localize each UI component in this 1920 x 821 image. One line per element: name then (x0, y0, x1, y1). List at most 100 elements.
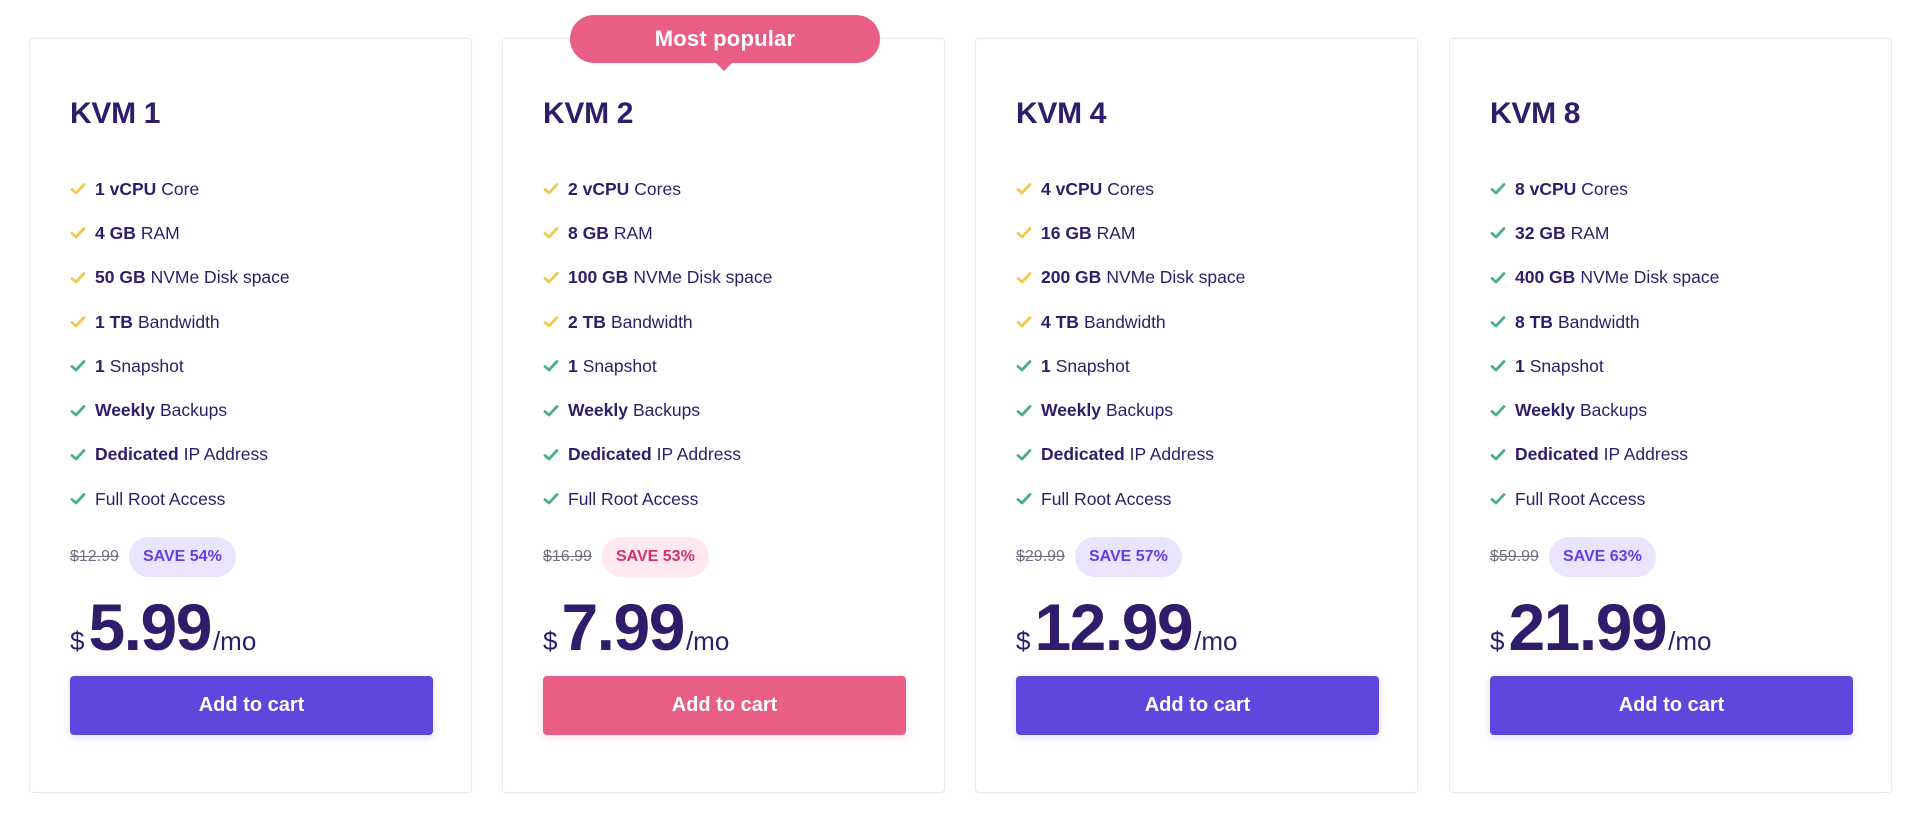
add-to-cart-button[interactable]: Add to cart (543, 676, 906, 735)
plan-price: $ 12.99 /mo (1016, 587, 1237, 667)
checkmark-icon (70, 182, 86, 196)
feature-item: Full Root Access (1490, 477, 1719, 521)
feature-item: Weekly Backups (1016, 388, 1245, 432)
feature-label: Bandwidth (137, 311, 220, 332)
checkmark-icon (543, 315, 559, 329)
feature-value: 2 TB (568, 311, 606, 332)
feature-label: NVMe Disk space (633, 267, 773, 288)
price-amount: 7.99 (561, 590, 685, 664)
checkmark-icon (1490, 315, 1506, 329)
checkmark-icon (1016, 492, 1032, 506)
most-popular-badge: Most popular (570, 15, 880, 71)
plan-title: KVM 8 (1490, 97, 1581, 130)
checkmark-icon (1016, 448, 1032, 462)
checkmark-icon (1490, 492, 1506, 506)
feature-value: Dedicated (1041, 444, 1125, 465)
feature-value: 1 vCPU (95, 178, 157, 199)
checkmark-icon (70, 315, 86, 329)
checkmark-icon (1016, 359, 1032, 373)
checkmark-icon (1490, 404, 1506, 418)
save-badge: SAVE 57% (1074, 537, 1182, 577)
feature-label: RAM (140, 222, 180, 243)
plan-price: $ 21.99 /mo (1490, 587, 1711, 667)
feature-list: 2 vCPU Cores 8 GB RAM 100 GB NVMe Disk space 2… (543, 167, 772, 521)
feature-item: Full Root Access (70, 477, 290, 521)
feature-label: Backups (633, 400, 701, 421)
feature-item: Weekly Backups (70, 388, 290, 432)
feature-value: 4 vCPU (1041, 178, 1103, 199)
feature-label: Snapshot (1529, 355, 1604, 376)
feature-label: Bandwidth (1083, 311, 1166, 332)
feature-label: Full Root Access (1041, 488, 1172, 509)
checkmark-icon (70, 271, 86, 285)
feature-value: 50 GB (95, 267, 146, 288)
feature-value: 4 TB (1041, 311, 1079, 332)
feature-list: 8 vCPU Cores 32 GB RAM 400 GB NVMe Disk space… (1490, 167, 1719, 521)
checkmark-icon (543, 404, 559, 418)
feature-label: Backups (160, 400, 228, 421)
feature-label: Cores (634, 178, 681, 199)
feature-label: Cores (1581, 178, 1628, 199)
checkmark-icon (1490, 226, 1506, 240)
feature-item: Full Root Access (1016, 477, 1245, 521)
feature-label: IP Address (183, 444, 268, 465)
feature-item: 1 Snapshot (70, 344, 290, 388)
feature-value: Weekly (568, 400, 628, 421)
feature-item: Weekly Backups (543, 388, 772, 432)
feature-item: 1 Snapshot (1490, 344, 1719, 388)
checkmark-icon (543, 182, 559, 196)
add-to-cart-button[interactable]: Add to cart (1490, 676, 1853, 735)
feature-value: 400 GB (1515, 267, 1576, 288)
save-badge: SAVE 63% (1548, 537, 1656, 577)
feature-item: 100 GB NVMe Disk space (543, 256, 772, 300)
checkmark-icon (1016, 271, 1032, 285)
feature-value: 100 GB (568, 267, 629, 288)
checkmark-icon (543, 226, 559, 240)
checkmark-icon (543, 448, 559, 462)
feature-value: Weekly (1041, 400, 1101, 421)
feature-label: Snapshot (582, 355, 657, 376)
currency-symbol: $ (1016, 626, 1031, 656)
discount-row: $16.99 SAVE 53% (543, 537, 709, 577)
feature-label: RAM (613, 222, 653, 243)
checkmark-icon (70, 448, 86, 462)
add-to-cart-button[interactable]: Add to cart (70, 676, 433, 735)
price-period: /mo (212, 626, 257, 656)
price-amount: 21.99 (1508, 590, 1667, 664)
feature-item: 1 vCPU Core (70, 167, 290, 211)
add-to-cart-button[interactable]: Add to cart (1016, 676, 1379, 735)
feature-value: 2 vCPU (568, 178, 630, 199)
plan-price: $ 5.99 /mo (70, 587, 256, 667)
checkmark-icon (1016, 182, 1032, 196)
checkmark-icon (1490, 448, 1506, 462)
feature-label: NVMe Disk space (150, 267, 290, 288)
discount-row: $12.99 SAVE 54% (70, 537, 236, 577)
feature-label: Snapshot (109, 355, 184, 376)
plan-card-kvm-4: KVM 4 4 vCPU Cores 16 GB RAM 200 GB NVMe Disk… (975, 38, 1418, 793)
currency-symbol: $ (543, 626, 558, 656)
feature-label: Full Root Access (1515, 488, 1646, 509)
plan-price: $ 7.99 /mo (543, 587, 729, 667)
plan-title: KVM 1 (70, 97, 161, 130)
original-price: $16.99 (543, 548, 592, 565)
feature-item: 16 GB RAM (1016, 211, 1245, 255)
original-price: $12.99 (70, 548, 119, 565)
feature-list: 1 vCPU Core 4 GB RAM 50 GB NVMe Disk space 1 T… (70, 167, 290, 521)
price-period: /mo (1194, 626, 1238, 656)
feature-item: Dedicated IP Address (70, 433, 290, 477)
feature-value: Weekly (95, 400, 155, 421)
feature-item: Dedicated IP Address (1490, 433, 1719, 477)
plan-card-kvm-1: KVM 1 1 vCPU Core 4 GB RAM 50 GB NVMe Disk sp… (29, 38, 472, 793)
feature-value: Dedicated (568, 444, 652, 465)
feature-label: NVMe Disk space (1580, 267, 1720, 288)
currency-symbol: $ (1490, 626, 1505, 656)
feature-value: 200 GB (1041, 267, 1102, 288)
checkmark-icon (1016, 404, 1032, 418)
checkmark-icon (70, 226, 86, 240)
feature-value: Dedicated (1515, 444, 1599, 465)
feature-label: Backups (1106, 400, 1174, 421)
feature-item: Full Root Access (543, 477, 772, 521)
feature-item: 8 TB Bandwidth (1490, 300, 1719, 344)
feature-item: 1 TB Bandwidth (70, 300, 290, 344)
feature-label: RAM (1096, 222, 1136, 243)
